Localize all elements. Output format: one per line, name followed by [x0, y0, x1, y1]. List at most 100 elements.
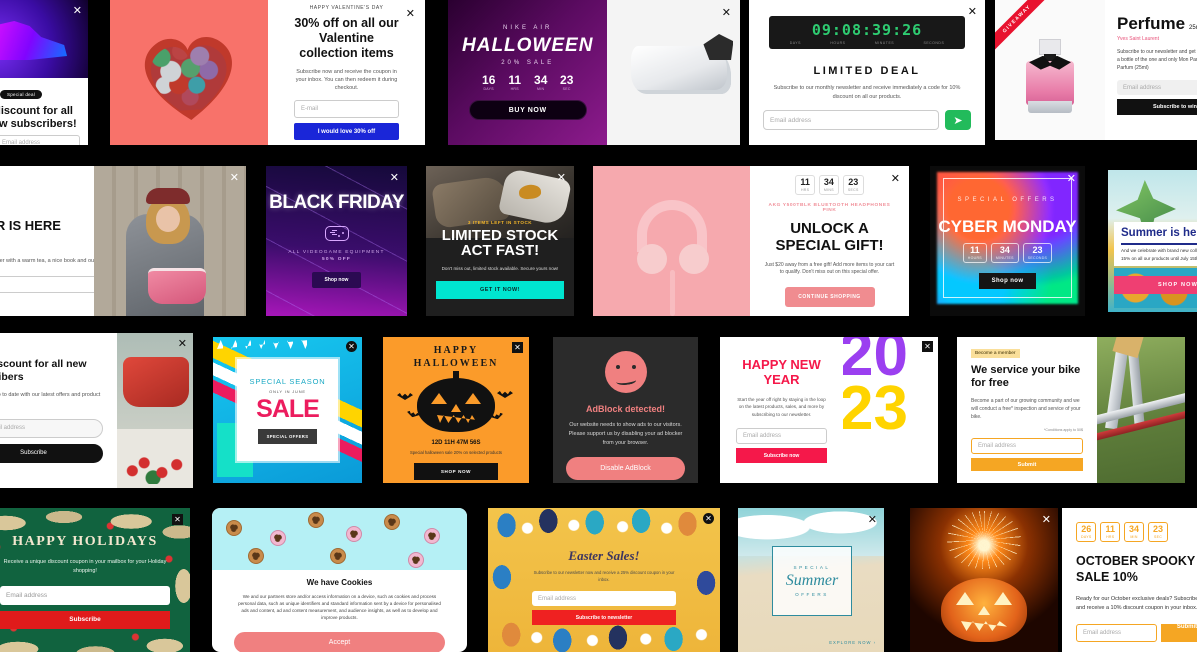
- countdown-value: 11: [1105, 524, 1115, 534]
- popup-title: LIMITED DEAL: [813, 65, 921, 77]
- popup-note: *Conditions apply to 50$: [1044, 428, 1083, 433]
- close-icon[interactable]: ✕: [230, 172, 239, 183]
- popup-card-ten-percent-discount[interactable]: 10% discount for all new subscribers Alw…: [0, 333, 193, 488]
- popup-body: Subscribe to our monthly newsletter and …: [773, 85, 961, 100]
- popup-title: We service your bike for free: [971, 364, 1081, 390]
- close-icon[interactable]: ✕: [73, 5, 82, 16]
- popup-card-unlock-special-gift[interactable]: ✕ 11 HRS 34 MINS 23 SECS AKG Y500TBLK BLUET…: [593, 166, 909, 316]
- close-icon[interactable]: ✕: [172, 514, 183, 525]
- email-input[interactable]: E-mail: [294, 100, 399, 119]
- subscribe-button[interactable]: Subscribe: [0, 443, 103, 463]
- popup-card-limited-stock[interactable]: ✕ 3 ITEMS LEFT IN STOCK LIMITED STOCK AC…: [426, 166, 574, 316]
- popup-body: Subscribe to our newsletter now and rece…: [533, 570, 675, 582]
- popup-card-special-season-sale[interactable]: ✕ SPECIAL SEASON ONLY IN JUNE SALE SPECI…: [213, 337, 362, 483]
- close-icon[interactable]: ✕: [968, 6, 977, 17]
- close-icon[interactable]: ✕: [346, 341, 357, 352]
- popup-body: Don't miss out, limited stock available.…: [441, 265, 559, 271]
- popup-line-2: Summer: [785, 572, 839, 589]
- get-it-now-button[interactable]: GET IT NOW!: [436, 280, 564, 299]
- shop-now-button[interactable]: SHOP NOW: [1114, 276, 1197, 294]
- popup-card-pumpkin-photo[interactable]: ✕: [910, 508, 1058, 652]
- popup-card-perfume-giveaway[interactable]: GIVEAWAY Perfume25ml Yves Saint Laurent …: [995, 0, 1197, 140]
- disable-adblock-button[interactable]: Disable AdBlock: [566, 457, 685, 481]
- submit-button[interactable]: Submit: [971, 458, 1083, 471]
- popup-card-winter-photo[interactable]: ✕: [94, 166, 246, 316]
- clock-digits: 09:08:39:26: [811, 21, 923, 39]
- email-input[interactable]: Email address: [736, 428, 827, 445]
- email-input[interactable]: Email address: [1076, 623, 1157, 642]
- close-icon[interactable]: ✕: [891, 173, 900, 184]
- popup-title: OCTOBER SPOOKY SALE 10%: [1076, 554, 1196, 584]
- popup-card-special-summer-offers[interactable]: ✕ SPECIAL Summer OFFERS EXPLORE NOW ›: [738, 508, 884, 652]
- clock-label: DAYS: [789, 41, 801, 45]
- clock-label: HOURS: [830, 41, 846, 45]
- popup-card-bike-service[interactable]: Become a member We service your bike for…: [957, 337, 1185, 483]
- email-input[interactable]: Email address: [0, 585, 170, 605]
- product-brand: Yves Saint Laurent: [1117, 36, 1159, 42]
- subscribe-button[interactable]: I would love 30% off: [294, 123, 399, 141]
- email-input[interactable]: Email address: [763, 110, 939, 131]
- bat-icon: [397, 393, 413, 400]
- close-icon[interactable]: ✕: [703, 513, 714, 524]
- popup-card-black-friday[interactable]: ✕ BLACK FRIDAY ALL VIDEOGAME EQUIPMENT 5…: [266, 166, 407, 316]
- subscribe-button[interactable]: Subscribe to newsletter: [532, 610, 676, 626]
- popup-card-summer-is-here[interactable]: Summer is here And we celebrate with bra…: [1108, 170, 1197, 312]
- popup-title: Easter Sales!: [568, 548, 640, 563]
- email-input[interactable]: Insert email address: [0, 418, 103, 438]
- popup-card-limited-deal[interactable]: ✕ 09:08:39:26 DAYS HOURS MINUTES SECONDS…: [749, 0, 985, 145]
- popup-card-sneaker-special-deal[interactable]: ✕ Special deal 10% discount for all our …: [0, 0, 88, 145]
- countdown-label: DAYS: [1081, 535, 1092, 539]
- popup-card-adblock-detected[interactable]: AdBlock detected! Our website needs to s…: [553, 337, 698, 483]
- pumpkin-icon: [417, 371, 495, 432]
- countdown-value: 16: [482, 73, 496, 87]
- continue-shopping-button[interactable]: CONTINUE SHOPPING: [784, 287, 875, 307]
- close-icon[interactable]: ✕: [1042, 514, 1051, 525]
- close-icon[interactable]: ✕: [512, 342, 523, 353]
- popup-title: HALLOWEEN: [462, 35, 594, 56]
- countdown-value: 23: [1153, 524, 1164, 534]
- submit-button[interactable]: Submit: [1161, 623, 1197, 642]
- countdown-value: 34: [823, 177, 834, 187]
- subscribe-button[interactable]: Subscribe: [0, 610, 170, 629]
- popup-body: Subscribe to our newsletter and get a ch…: [1117, 49, 1197, 71]
- shop-now-button[interactable]: Shop now: [978, 273, 1037, 290]
- popup-card-cyber-monday[interactable]: ✕ SPECIAL OFFERS CYBER MONDAY 11 HOURS 34…: [930, 166, 1085, 316]
- buy-now-button[interactable]: BUY NOW: [468, 100, 587, 120]
- popup-line-1: SPECIAL SEASON: [249, 376, 326, 386]
- popup-title: We have Cookies: [306, 578, 373, 587]
- explore-now-link[interactable]: EXPLORE NOW ›: [829, 640, 876, 645]
- popup-card-happy-halloween[interactable]: ✕ HAPPY HALLOWEEN 12D 11H 47M 56S Specia…: [383, 337, 529, 483]
- product-size: 25ml: [1189, 25, 1197, 31]
- popup-card-happy-new-year[interactable]: HAPPY NEW YEAR Start the year off right …: [720, 337, 938, 483]
- close-icon[interactable]: ✕: [406, 8, 415, 19]
- popup-card-valentine[interactable]: ✕ HAPPY VALENTINE'S DAY 30% off on all o…: [110, 0, 425, 145]
- popup-card-nike-halloween[interactable]: ✕ NIKE AIR HALLOWEEN 20% SALE 16 DAYS 11 H…: [448, 0, 740, 145]
- close-icon[interactable]: ✕: [868, 514, 877, 525]
- accept-button[interactable]: Accept: [234, 632, 445, 652]
- special-offers-button[interactable]: SPECIAL OFFERS: [257, 428, 318, 444]
- red-bag-image: ✕: [117, 333, 193, 488]
- popup-title: UNLOCK A SPECIAL GIFT!: [775, 220, 884, 255]
- email-input[interactable]: Email address: [1117, 80, 1197, 95]
- subscribe-button[interactable]: Subscribe now: [736, 448, 827, 464]
- shop-now-button[interactable]: SHOP NOW: [414, 463, 498, 480]
- email-input[interactable]: Email address: [532, 591, 676, 607]
- send-icon[interactable]: ➤: [945, 110, 971, 131]
- headphones-image: [593, 166, 750, 316]
- close-icon[interactable]: ✕: [557, 172, 566, 183]
- shop-now-button[interactable]: Shop now: [311, 271, 362, 288]
- popup-card-happy-holidays[interactable]: ✕ HAPPY HOLIDAYS Receive a unique discou…: [0, 508, 190, 652]
- popup-body: Become a part of our growing community a…: [971, 398, 1081, 421]
- subscribe-button[interactable]: Subscribe to win: [1117, 99, 1197, 115]
- popup-card-we-have-cookies[interactable]: We have Cookies We and our partners stor…: [212, 508, 467, 652]
- popup-card-easter-sales[interactable]: ✕ Easter Sales! Subscribe to our newslet…: [488, 508, 720, 652]
- close-icon[interactable]: ✕: [722, 7, 731, 18]
- close-icon[interactable]: ✕: [1067, 173, 1076, 184]
- popup-card-october-spooky-sale[interactable]: 26 DAYS 11 HRS 34 MIN 23 SEC OCTOBER SPOOKY …: [1062, 508, 1197, 652]
- email-input[interactable]: Email address: [971, 438, 1083, 455]
- popup-line-1: SPECIAL: [793, 565, 831, 570]
- close-icon[interactable]: ✕: [178, 338, 187, 349]
- email-input[interactable]: Email address: [0, 135, 80, 145]
- close-icon[interactable]: ✕: [390, 172, 399, 183]
- close-icon[interactable]: ✕: [922, 341, 933, 352]
